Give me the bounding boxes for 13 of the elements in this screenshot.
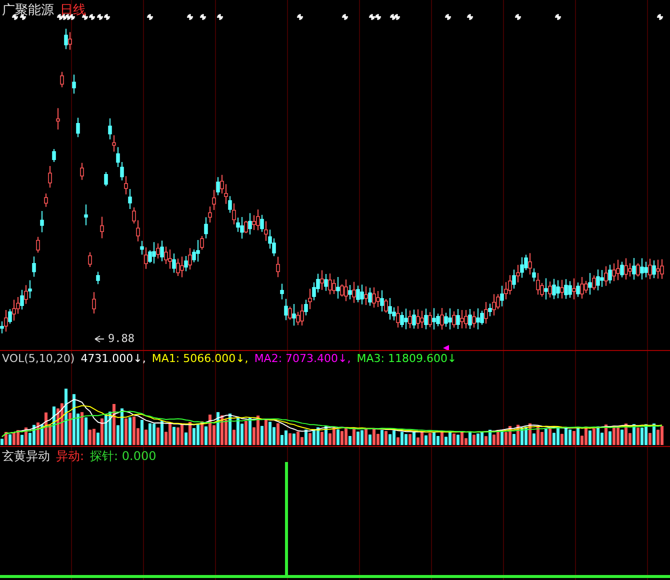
- indicator-value: 探针: 0.000: [90, 448, 156, 465]
- stock-name: 广聚能源: [2, 2, 54, 19]
- volume-value: MA2: 7073.400↓,: [254, 352, 351, 365]
- indicator-value: 异动:: [56, 448, 84, 465]
- chart-period: 日线: [60, 2, 86, 19]
- volume-value: MA3: 11809.600↓: [356, 352, 457, 365]
- indicator-title: 玄黄异动: [2, 448, 50, 465]
- volume-value: 4731.000↓,: [80, 352, 146, 365]
- triangle-marker-icon: [443, 345, 449, 350]
- low-marker-arrow: [94, 336, 104, 342]
- volume-value: MA1: 5066.000↓,: [152, 352, 248, 365]
- low-price-label: 9.88: [108, 332, 134, 345]
- volume-title: VOL(5,10,20): [2, 352, 75, 365]
